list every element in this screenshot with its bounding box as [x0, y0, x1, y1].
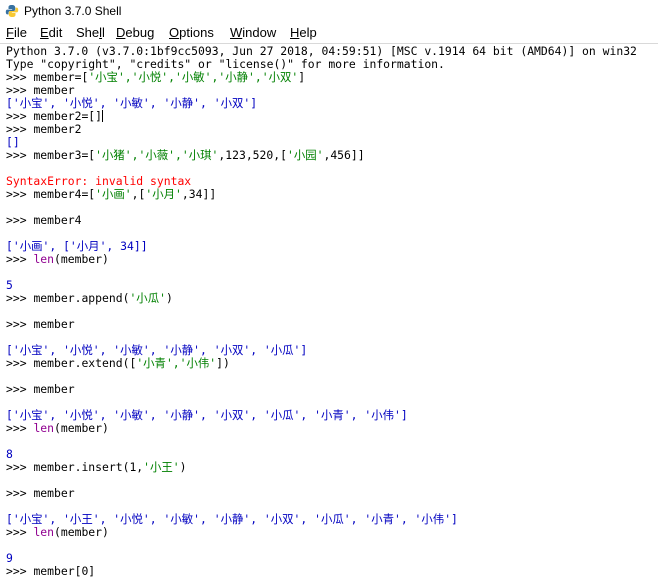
menu-options[interactable]: Options — [169, 25, 214, 40]
shell-text-area[interactable]: Python 3.7.0 (v3.7.0:1bf9cc5093, Jun 27 … — [0, 44, 658, 582]
title-bar: Python 3.7.0 Shell — [0, 0, 658, 23]
shell-input-line: >>> member[0] — [6, 564, 96, 578]
text-cursor — [102, 110, 104, 122]
shell-input-line: >>> member.extend(['小青','小伟']) — [6, 356, 230, 370]
shell-input-line: >>> member4=['小画',['小月',34]] — [6, 187, 217, 201]
menu-help[interactable]: Help — [290, 25, 317, 40]
shell-input-line: >>> member — [6, 382, 75, 396]
python-logo-icon — [5, 5, 19, 17]
shell-input-line: >>> member3=['小猪','小薇','小琪',123,520,['小园… — [6, 148, 365, 162]
shell-input-line: >>> member.append('小瓜') — [6, 291, 173, 305]
shell-input-line: >>> member.insert(1,'小王') — [6, 460, 187, 474]
shell-input-line: >>> member — [6, 317, 75, 331]
shell-input-line: >>> member4 — [6, 213, 82, 227]
shell-input-line: >>> len(member) — [6, 421, 109, 435]
menu-debug[interactable]: Debug — [116, 25, 154, 40]
shell-input-line: >>> len(member) — [6, 525, 109, 539]
shell-input-line: >>> member — [6, 486, 75, 500]
menu-file[interactable]: File — [6, 25, 27, 40]
menu-edit[interactable]: Edit — [40, 25, 62, 40]
menu-bar: File Edit Shell Debug Options Window Hel… — [0, 23, 658, 43]
menu-shell[interactable]: Shell — [76, 25, 105, 40]
window-title: Python 3.7.0 Shell — [24, 4, 122, 18]
shell-input-line: >>> len(member) — [6, 252, 109, 266]
menu-window[interactable]: Window — [230, 25, 276, 40]
